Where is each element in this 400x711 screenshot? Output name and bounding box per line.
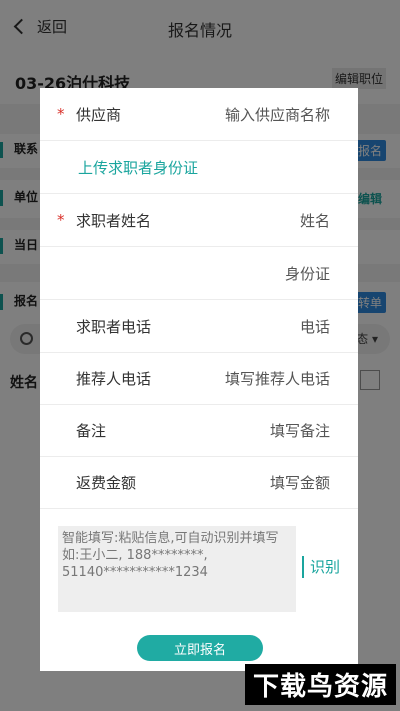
- remark-row: 备注: [40, 404, 358, 457]
- remark-input[interactable]: [178, 418, 332, 444]
- referrer-phone-row: 推荐人电话: [40, 352, 358, 405]
- id-number-row: [40, 247, 358, 300]
- candidate-name-row: * 求职者姓名: [40, 194, 358, 247]
- remark-label: 备注: [76, 422, 107, 440]
- watermark: 下载鸟资源: [244, 664, 396, 705]
- referrer-phone-label: 推荐人电话: [76, 370, 152, 388]
- rebate-row: 返费金额: [40, 456, 358, 509]
- supplier-label: 供应商: [76, 106, 122, 124]
- candidate-name-input[interactable]: [178, 208, 332, 234]
- upload-id-row: 上传求职者身份证: [40, 141, 358, 194]
- recognize-button[interactable]: 识别: [302, 556, 340, 578]
- signup-form-modal: * 供应商 上传求职者身份证 * 求职者姓名 求职者电话 推荐人电话 备注 返费…: [40, 88, 358, 671]
- candidate-phone-label: 求职者电话: [76, 318, 152, 336]
- candidate-phone-input[interactable]: [178, 314, 332, 340]
- supplier-input[interactable]: [158, 102, 332, 128]
- required-marker: *: [57, 105, 65, 123]
- referrer-phone-input[interactable]: [158, 366, 332, 392]
- submit-signup-button[interactable]: 立即报名: [137, 635, 263, 661]
- id-number-input[interactable]: [178, 261, 332, 287]
- supplier-row: * 供应商: [40, 88, 358, 141]
- rebate-label: 返费金额: [76, 474, 137, 492]
- required-marker: *: [57, 211, 65, 229]
- candidate-name-label: 求职者姓名: [76, 212, 152, 230]
- rebate-input[interactable]: [178, 470, 332, 496]
- candidate-phone-row: 求职者电话: [40, 300, 358, 353]
- smart-fill-textarea[interactable]: [58, 526, 296, 612]
- upload-id-link[interactable]: 上传求职者身份证: [78, 157, 198, 178]
